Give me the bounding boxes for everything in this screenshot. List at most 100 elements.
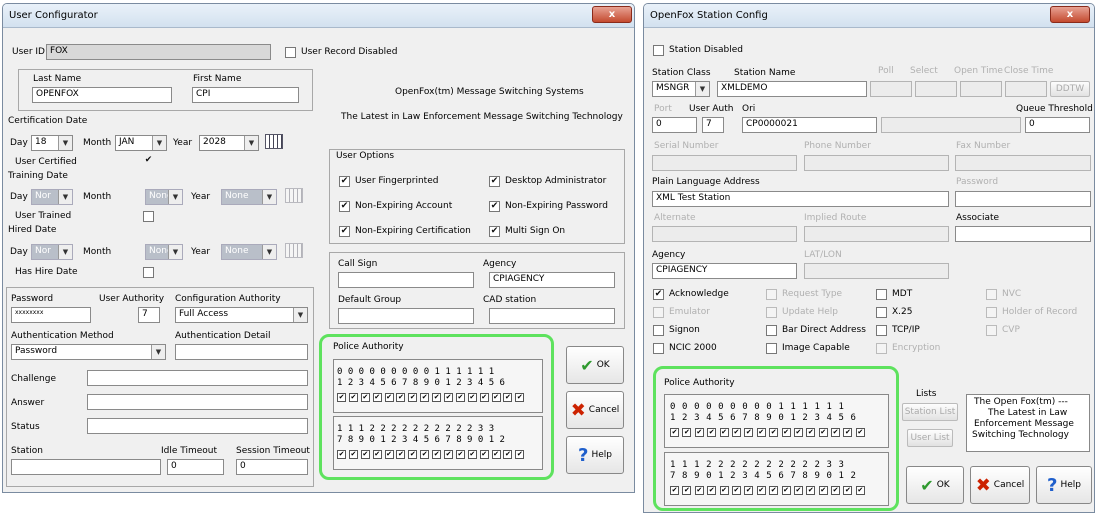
signon-checkbox[interactable] bbox=[653, 325, 664, 336]
police-authority-checkbox[interactable]: ✔ bbox=[756, 428, 766, 437]
police-authority-checkbox[interactable]: ✔ bbox=[781, 428, 791, 437]
user-id-field[interactable]: FOX bbox=[46, 44, 271, 60]
police-authority-checkbox[interactable]: ✔ bbox=[806, 428, 816, 437]
station-class-select[interactable]: MSNGR ▼ bbox=[652, 81, 710, 97]
acknowledge-checkbox[interactable]: ✔ bbox=[653, 289, 664, 300]
password-field[interactable] bbox=[955, 191, 1091, 207]
police-authority-checkbox[interactable]: ✔ bbox=[719, 428, 729, 437]
ncic-checkbox[interactable] bbox=[653, 343, 664, 354]
plain-language-field[interactable]: XML Test Station bbox=[652, 191, 949, 207]
police-authority-checkbox[interactable]: ✔ bbox=[515, 393, 525, 402]
pa-checkbox-row-2[interactable]: ✔ ✔ ✔ ✔ ✔ ✔ ✔ ✔ ✔ ✔ ✔ ✔ ✔ ✔ ✔ ✔ bbox=[337, 450, 527, 459]
first-name-field[interactable]: CPI bbox=[192, 87, 299, 103]
call-sign-field[interactable] bbox=[338, 272, 474, 288]
police-authority-checkbox[interactable]: ✔ bbox=[372, 450, 382, 459]
bar-direct-checkbox[interactable] bbox=[766, 325, 777, 336]
lat-lon-field[interactable] bbox=[804, 263, 949, 279]
calendar-icon[interactable] bbox=[265, 134, 283, 149]
config-authority-select[interactable]: Full Access ▼ bbox=[175, 307, 308, 323]
police-authority-checkbox[interactable]: ✔ bbox=[682, 428, 692, 437]
police-authority-checkbox[interactable]: ✔ bbox=[731, 486, 741, 495]
serial-number-field[interactable] bbox=[652, 155, 797, 171]
police-authority-checkbox[interactable]: ✔ bbox=[479, 450, 489, 459]
alternate-field[interactable] bbox=[652, 226, 797, 242]
desktop-admin-checkbox[interactable]: ✔ bbox=[489, 176, 500, 187]
police-authority-checkbox[interactable]: ✔ bbox=[337, 450, 346, 459]
encryption-checkbox[interactable] bbox=[876, 343, 887, 354]
poll-field[interactable] bbox=[870, 81, 912, 97]
police-authority-checkbox[interactable]: ✔ bbox=[455, 393, 465, 402]
cert-month-select[interactable]: JAN ▼ bbox=[115, 135, 167, 151]
ori-field[interactable]: CP0000021 bbox=[742, 117, 877, 133]
fax-number-field[interactable] bbox=[955, 155, 1091, 171]
select-field[interactable] bbox=[915, 81, 957, 97]
police-authority-checkbox[interactable]: ✔ bbox=[432, 393, 442, 402]
police-authority-checkbox[interactable]: ✔ bbox=[444, 393, 454, 402]
police-authority-checkbox[interactable]: ✔ bbox=[731, 428, 741, 437]
police-authority-checkbox[interactable]: ✔ bbox=[515, 450, 525, 459]
update-help-checkbox[interactable] bbox=[766, 307, 777, 318]
police-authority-checkbox[interactable]: ✔ bbox=[455, 450, 465, 459]
cad-station-field[interactable] bbox=[489, 308, 615, 324]
police-authority-checkbox[interactable]: ✔ bbox=[855, 428, 865, 437]
police-authority-checkbox[interactable]: ✔ bbox=[670, 428, 679, 437]
implied-route-field[interactable] bbox=[804, 226, 949, 242]
multi-sign-on-checkbox[interactable]: ✔ bbox=[489, 226, 500, 237]
answer-field[interactable] bbox=[87, 394, 308, 410]
training-day-select[interactable]: Nor ▼ bbox=[31, 189, 73, 205]
police-authority-checkbox[interactable]: ✔ bbox=[503, 393, 513, 402]
user-certified-checkbox[interactable]: ✔ bbox=[143, 156, 154, 167]
associate-field[interactable] bbox=[955, 226, 1091, 242]
police-authority-checkbox[interactable]: ✔ bbox=[744, 486, 754, 495]
police-authority-checkbox[interactable]: ✔ bbox=[843, 486, 853, 495]
ok-button[interactable]: ✔ OK bbox=[566, 346, 624, 384]
agency-field[interactable]: CPIAGENCY bbox=[652, 263, 797, 279]
police-authority-checkbox[interactable]: ✔ bbox=[831, 486, 841, 495]
station-disabled-checkbox[interactable] bbox=[653, 45, 664, 56]
police-authority-checkbox[interactable]: ✔ bbox=[479, 393, 489, 402]
phone-number-field[interactable] bbox=[804, 155, 949, 171]
police-authority-checkbox[interactable]: ✔ bbox=[360, 393, 370, 402]
user-record-disabled-checkbox[interactable] bbox=[285, 47, 296, 58]
police-authority-checkbox[interactable]: ✔ bbox=[831, 428, 841, 437]
police-authority-checkbox[interactable]: ✔ bbox=[670, 486, 679, 495]
idle-timeout-field[interactable]: 0 bbox=[167, 459, 224, 475]
nonexp-password-checkbox[interactable]: ✔ bbox=[489, 201, 500, 212]
police-authority-checkbox[interactable]: ✔ bbox=[372, 393, 382, 402]
police-authority-checkbox[interactable]: ✔ bbox=[769, 486, 779, 495]
training-month-select[interactable]: None ▼ bbox=[145, 189, 183, 205]
last-name-field[interactable]: OPENFOX bbox=[32, 87, 172, 103]
cert-day-select[interactable]: 18 ▼ bbox=[31, 135, 73, 151]
police-authority-checkbox[interactable]: ✔ bbox=[432, 450, 442, 459]
cancel-button[interactable]: ✖ Cancel bbox=[970, 466, 1030, 504]
training-year-select[interactable]: None ▼ bbox=[221, 189, 277, 205]
station-field[interactable] bbox=[11, 459, 161, 475]
station-name-field[interactable]: XMLDEMO bbox=[717, 81, 867, 97]
police-authority-checkbox[interactable]: ✔ bbox=[843, 428, 853, 437]
police-authority-checkbox[interactable]: ✔ bbox=[793, 428, 803, 437]
tcpip-checkbox[interactable] bbox=[876, 325, 887, 336]
police-authority-checkbox[interactable]: ✔ bbox=[360, 450, 370, 459]
challenge-field[interactable] bbox=[87, 370, 308, 386]
auth-detail-field[interactable] bbox=[175, 344, 308, 360]
request-type-checkbox[interactable] bbox=[766, 289, 777, 300]
ok-button[interactable]: ✔ OK bbox=[906, 466, 964, 504]
police-authority-checkbox[interactable]: ✔ bbox=[396, 393, 406, 402]
police-authority-checkbox[interactable]: ✔ bbox=[348, 393, 358, 402]
police-authority-checkbox[interactable]: ✔ bbox=[793, 486, 803, 495]
police-authority-checkbox[interactable]: ✔ bbox=[682, 486, 692, 495]
police-authority-checkbox[interactable]: ✔ bbox=[719, 486, 729, 495]
user-trained-checkbox[interactable] bbox=[143, 211, 154, 222]
open-time-field[interactable] bbox=[960, 81, 1002, 97]
police-authority-checkbox[interactable]: ✔ bbox=[769, 428, 779, 437]
police-authority-checkbox[interactable]: ✔ bbox=[348, 450, 358, 459]
police-authority-checkbox[interactable]: ✔ bbox=[503, 450, 513, 459]
close-time-field[interactable] bbox=[1005, 81, 1047, 97]
user-authority-field[interactable]: 7 bbox=[138, 307, 160, 323]
police-authority-checkbox[interactable]: ✔ bbox=[818, 486, 828, 495]
police-authority-checkbox[interactable]: ✔ bbox=[420, 393, 430, 402]
nvc-checkbox[interactable] bbox=[986, 289, 997, 300]
hired-year-select[interactable]: None ▼ bbox=[221, 244, 277, 260]
user-list-button[interactable]: User List bbox=[907, 429, 953, 447]
user-auth-field[interactable]: 7 bbox=[702, 117, 724, 133]
